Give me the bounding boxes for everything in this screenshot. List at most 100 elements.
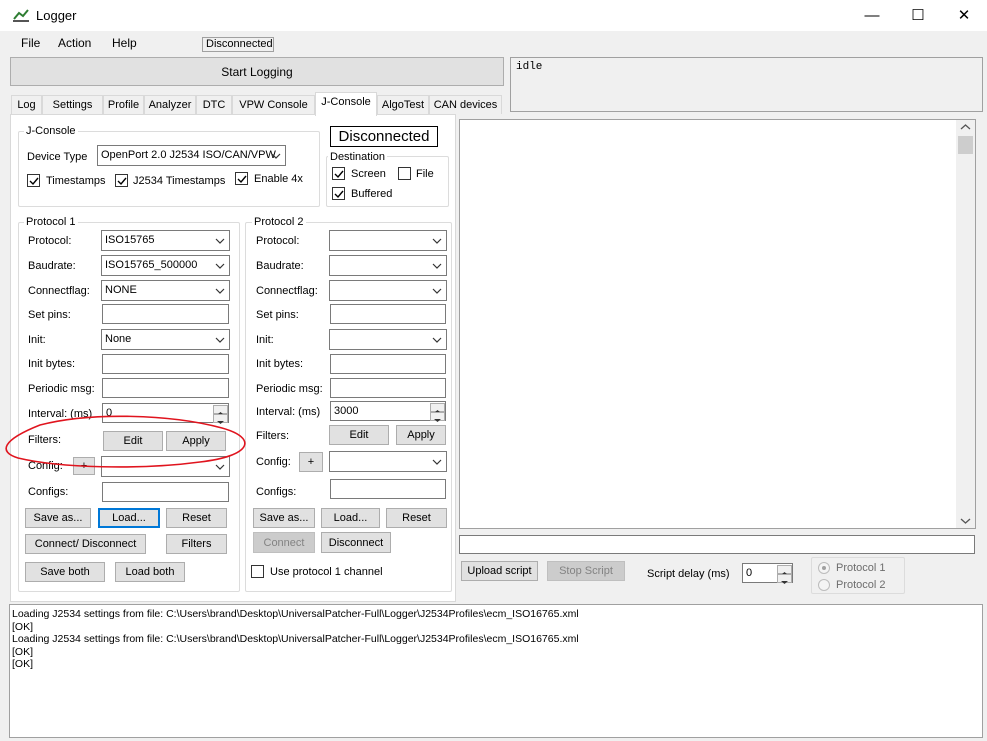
screen-checkbox[interactable] xyxy=(332,167,345,180)
p2-init-select[interactable] xyxy=(329,329,447,350)
idle-text: idle xyxy=(516,61,543,73)
connect-disconnect-button[interactable]: Connect/ Disconnect xyxy=(25,534,146,554)
p2-interval-down[interactable] xyxy=(430,412,445,422)
log-output[interactable]: Loading J2534 settings from file: C:\Use… xyxy=(9,604,983,738)
j-console-group-title: J-Console xyxy=(24,125,78,137)
p2-initbytes-input[interactable] xyxy=(330,354,446,374)
maximize-button[interactable]: ☐ xyxy=(895,0,941,31)
p2-initbytes-label: Init bytes: xyxy=(256,358,304,370)
start-logging-button[interactable]: Start Logging xyxy=(10,57,504,86)
p1-init-select[interactable]: None xyxy=(101,329,230,350)
j-console-group xyxy=(18,131,320,207)
p1-connectflag-label: Connectflag: xyxy=(28,285,90,297)
p2-baudrate-label: Baudrate: xyxy=(256,260,304,272)
title-bar: Logger — ☐ ✕ xyxy=(0,0,987,31)
tab-j-console[interactable]: J-Console xyxy=(315,92,377,116)
p2-periodic-input[interactable] xyxy=(330,378,446,398)
close-button[interactable]: ✕ xyxy=(941,0,987,31)
p1-protocol-select[interactable]: ISO15765 xyxy=(101,230,230,251)
p2-setpins-input[interactable] xyxy=(330,304,446,324)
p2-connectflag-label: Connectflag: xyxy=(256,285,318,297)
p1-configs-input[interactable] xyxy=(102,482,229,502)
p2-filter-apply-button[interactable]: Apply xyxy=(396,425,446,445)
p2-config-select[interactable] xyxy=(329,451,447,472)
connection-state-display: Disconnected xyxy=(330,126,438,147)
enable-4x-checkbox[interactable] xyxy=(235,172,248,185)
logger-app-icon xyxy=(13,9,29,22)
p2-baudrate-select[interactable] xyxy=(329,255,447,276)
log-line: Loading J2534 settings from file: C:\Use… xyxy=(12,608,579,620)
tab-vpw-console[interactable]: VPW Console xyxy=(232,95,315,114)
file-checkbox[interactable] xyxy=(398,167,411,180)
p1-reset-button[interactable]: Reset xyxy=(166,508,227,528)
chevron-down-icon xyxy=(432,337,442,343)
scroll-down-icon[interactable] xyxy=(960,517,971,525)
tab-analyzer[interactable]: Analyzer xyxy=(144,95,196,114)
menu-help[interactable]: Help xyxy=(112,36,137,50)
menu-file[interactable]: File xyxy=(21,36,40,50)
p1-periodic-label: Periodic msg: xyxy=(28,383,95,395)
protocol-1-title: Protocol 1 xyxy=(24,216,78,228)
use-protocol1-label: Use protocol 1 channel xyxy=(270,566,383,578)
scroll-thumb[interactable] xyxy=(958,136,973,154)
script-delay-down[interactable] xyxy=(777,574,792,584)
p1-setpins-label: Set pins: xyxy=(28,309,71,321)
chevron-down-icon xyxy=(432,263,442,269)
p2-disconnect-button[interactable]: Disconnect xyxy=(321,532,391,553)
p1-load-button[interactable]: Load... xyxy=(98,508,160,528)
p2-protocol-select[interactable] xyxy=(329,230,447,251)
p1-setpins-input[interactable] xyxy=(102,304,229,324)
timestamps-checkbox[interactable] xyxy=(27,174,40,187)
minimize-button[interactable]: — xyxy=(849,0,895,31)
p1-filters-button[interactable]: Filters xyxy=(166,534,227,554)
load-both-button[interactable]: Load both xyxy=(115,562,185,582)
p1-save-as-button[interactable]: Save as... xyxy=(25,508,91,528)
j2534-timestamps-checkbox[interactable] xyxy=(115,174,128,187)
checkmark-icon xyxy=(334,190,344,199)
scroll-up-icon[interactable] xyxy=(960,123,971,131)
p2-connectflag-select[interactable] xyxy=(329,280,447,301)
tab-log[interactable]: Log xyxy=(11,95,42,114)
console-output-area[interactable] xyxy=(459,119,976,529)
menu-action[interactable]: Action xyxy=(58,36,91,50)
p1-initbytes-input[interactable] xyxy=(102,354,229,374)
use-protocol1-checkbox[interactable] xyxy=(251,565,264,578)
console-scrollbar[interactable] xyxy=(956,120,975,528)
p2-save-as-button[interactable]: Save as... xyxy=(253,508,315,528)
script-protocol2-radio[interactable] xyxy=(818,579,830,591)
save-both-button[interactable]: Save both xyxy=(25,562,105,582)
upload-script-button[interactable]: Upload script xyxy=(461,561,538,581)
tab-settings[interactable]: Settings xyxy=(42,95,103,114)
p2-filters-label: Filters: xyxy=(256,430,289,442)
tab-can-devices[interactable]: CAN devices xyxy=(429,95,502,114)
stop-script-button[interactable]: Stop Script xyxy=(547,561,625,581)
tab-profile[interactable]: Profile xyxy=(103,95,144,114)
tab-algotest[interactable]: AlgoTest xyxy=(377,95,429,114)
enable-4x-label: Enable 4x xyxy=(254,173,303,185)
buffered-checkbox[interactable] xyxy=(332,187,345,200)
device-type-select[interactable]: OpenPort 2.0 J2534 ISO/CAN/VPW xyxy=(97,145,286,166)
p2-connect-button[interactable]: Connect xyxy=(253,532,315,553)
script-protocol1-label: Protocol 1 xyxy=(836,562,886,574)
p2-interval-input[interactable]: 3000 xyxy=(330,401,446,421)
script-delay-up[interactable] xyxy=(777,565,792,575)
p1-baudrate-label: Baudrate: xyxy=(28,260,76,272)
p2-reset-button[interactable]: Reset xyxy=(386,508,447,528)
p1-connectflag-select[interactable]: NONE xyxy=(101,280,230,301)
command-input[interactable] xyxy=(459,535,975,554)
buffered-label: Buffered xyxy=(351,188,393,200)
p2-interval-up[interactable] xyxy=(430,403,445,413)
p2-filter-edit-button[interactable]: Edit xyxy=(329,425,389,445)
p1-periodic-input[interactable] xyxy=(102,378,229,398)
screen-label: Screen xyxy=(351,168,386,180)
script-protocol1-radio[interactable] xyxy=(818,562,830,574)
p2-load-button[interactable]: Load... xyxy=(321,508,380,528)
p2-configs-input[interactable] xyxy=(330,479,446,499)
checkmark-icon xyxy=(237,175,247,184)
p2-add-config-button[interactable]: + xyxy=(299,452,323,472)
tab-dtc[interactable]: DTC xyxy=(196,95,232,114)
p1-baudrate-select[interactable]: ISO15765_500000 xyxy=(101,255,230,276)
timestamps-label: Timestamps xyxy=(46,175,106,187)
checkmark-icon xyxy=(117,177,127,186)
p2-configs-label: Configs: xyxy=(256,486,297,498)
